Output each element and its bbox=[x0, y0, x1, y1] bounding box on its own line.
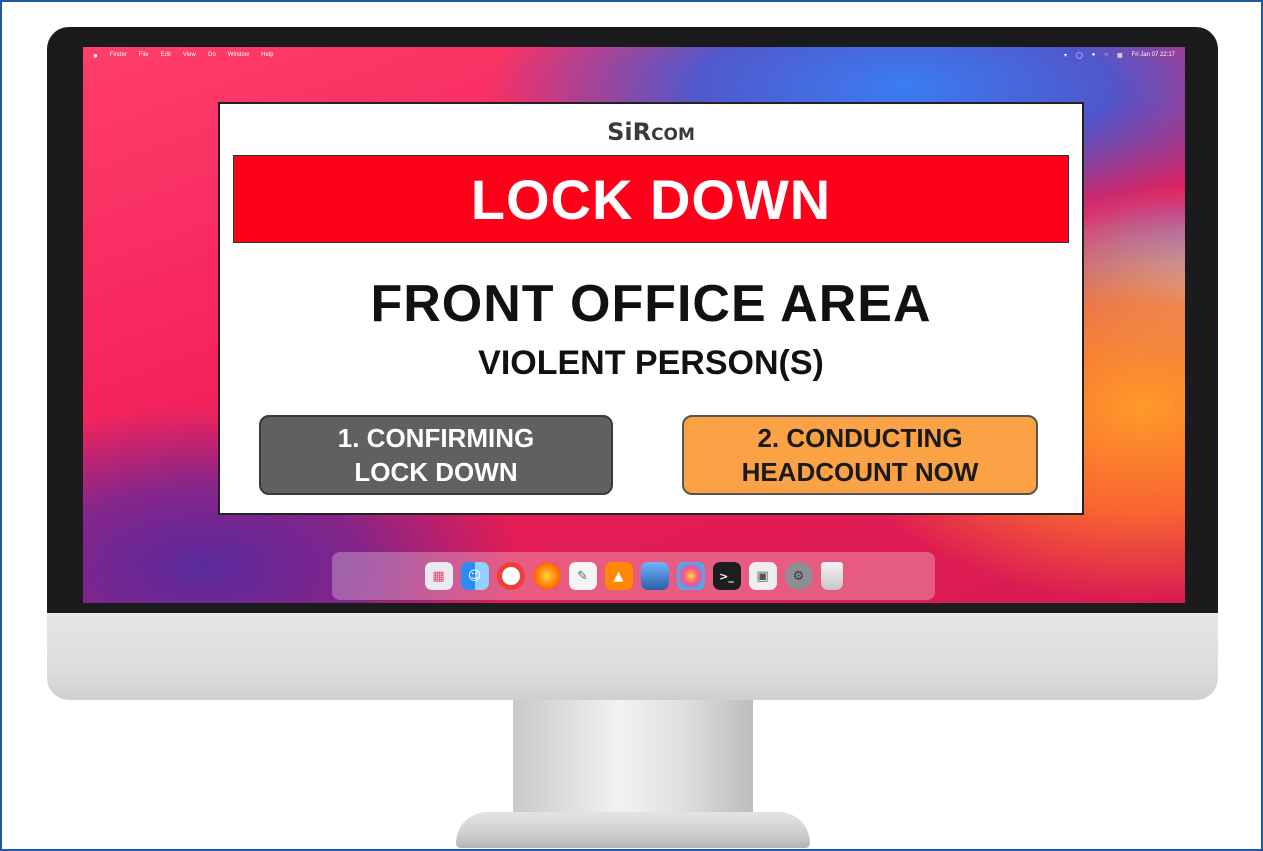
button2-line1: 2. CONDUCTING bbox=[757, 423, 963, 453]
preview-icon[interactable] bbox=[640, 562, 669, 590]
shield-icon[interactable]: ◯ bbox=[1076, 52, 1083, 59]
control-center-icon[interactable]: ▦ bbox=[1117, 52, 1123, 59]
menu-clock[interactable]: Fri Jan 07 22:17 bbox=[1132, 52, 1175, 58]
lockdown-banner: LOCK DOWN bbox=[233, 155, 1069, 243]
menu-bar: ● Finder File Edit View Go Window Help ▾… bbox=[83, 47, 1185, 63]
vlc-icon[interactable]: ▲ bbox=[604, 562, 633, 590]
menu-item-window[interactable]: Window bbox=[228, 52, 249, 58]
confirming-lockdown-button[interactable]: 1. CONFIRMING LOCK DOWN bbox=[259, 415, 613, 495]
button1-line2: LOCK DOWN bbox=[354, 457, 518, 487]
textedit-icon[interactable]: ✎ bbox=[568, 562, 597, 590]
finder-icon[interactable]: ☺ bbox=[460, 562, 489, 590]
alert-incident: VIOLENT PERSON(S) bbox=[478, 344, 824, 382]
launchpad-icon[interactable]: ▦ bbox=[424, 562, 453, 590]
lockdown-alert-panel: SiRCOM LOCK DOWN FRONT OFFICE AREA VIOLE… bbox=[218, 102, 1084, 515]
system-preferences-icon[interactable]: ⚙ bbox=[784, 562, 813, 590]
monitor-stand bbox=[513, 700, 753, 820]
banner-text: LOCK DOWN bbox=[470, 167, 832, 231]
wifi-icon[interactable]: ▾ bbox=[1064, 52, 1067, 59]
volume-icon[interactable]: ● bbox=[1092, 52, 1096, 58]
menu-item-finder[interactable]: Finder bbox=[110, 52, 127, 58]
search-icon[interactable]: ○ bbox=[1104, 52, 1108, 58]
photos-icon[interactable] bbox=[676, 562, 705, 590]
apple-logo-icon[interactable]: ● bbox=[93, 51, 98, 60]
trash-icon[interactable] bbox=[820, 562, 843, 590]
alert-area: FRONT OFFICE AREA bbox=[370, 275, 932, 333]
menu-item-help[interactable]: Help bbox=[261, 52, 273, 58]
monitor-chin bbox=[47, 613, 1218, 700]
button2-line2: HEADCOUNT NOW bbox=[741, 457, 979, 487]
dock: ▦ ☺ ✎ ▲ >_ ▣ ⚙ bbox=[332, 552, 935, 600]
sircom-logo: SiRCOM bbox=[607, 118, 695, 146]
menu-item-view[interactable]: View bbox=[183, 52, 196, 58]
menu-item-edit[interactable]: Edit bbox=[161, 52, 171, 58]
menu-item-go[interactable]: Go bbox=[208, 52, 216, 58]
conducting-headcount-button[interactable]: 2. CONDUCTING HEADCOUNT NOW bbox=[682, 415, 1038, 495]
terminal-icon[interactable]: >_ bbox=[712, 562, 741, 590]
button1-line1: 1. CONFIRMING bbox=[337, 423, 535, 453]
firefox-icon[interactable] bbox=[532, 562, 561, 590]
monitor-base bbox=[456, 812, 810, 848]
screenshot-icon[interactable]: ▣ bbox=[748, 562, 777, 590]
menu-item-file[interactable]: File bbox=[139, 52, 149, 58]
chrome-icon[interactable] bbox=[496, 562, 525, 590]
